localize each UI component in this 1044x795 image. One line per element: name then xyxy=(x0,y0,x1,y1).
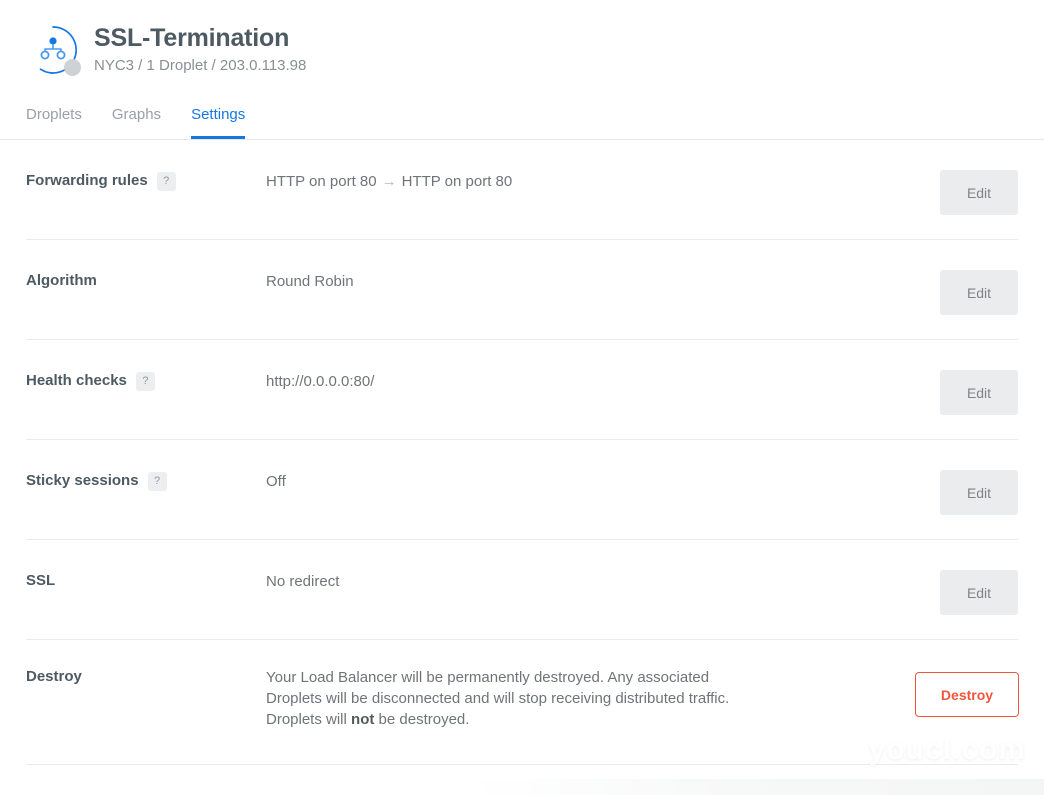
setting-row-destroy: Destroy Your Load Balancer will be perma… xyxy=(26,640,1019,765)
setting-value: Off xyxy=(266,473,286,490)
setting-label: Health checks ? xyxy=(26,370,266,391)
setting-action: Edit xyxy=(940,570,1018,615)
edit-sticky-sessions-button[interactable]: Edit xyxy=(940,470,1018,515)
edit-forwarding-rules-button[interactable]: Edit xyxy=(940,170,1018,215)
setting-row-algorithm: Algorithm Round Robin Edit xyxy=(26,240,1018,340)
setting-label-text: Health checks xyxy=(26,372,127,389)
destroy-description-emphasis: not xyxy=(351,711,375,728)
setting-row-sticky-sessions: Sticky sessions ? Off Edit xyxy=(26,440,1018,540)
forwarding-rule-target: HTTP on port 80 xyxy=(401,173,513,190)
setting-action: Edit xyxy=(940,270,1018,315)
footer-band xyxy=(0,779,1044,795)
load-balancer-settings-page: SSL-Termination NYC3 / 1 Droplet / 203.0… xyxy=(0,0,1044,795)
page-title: SSL-Termination xyxy=(94,24,290,52)
help-icon[interactable]: ? xyxy=(147,471,167,491)
setting-value: HTTP on port 80 → HTTP on port 80 xyxy=(266,170,766,192)
status-dot-icon xyxy=(64,59,81,76)
setting-value: http://0.0.0.0:80/ xyxy=(266,373,375,390)
help-icon[interactable]: ? xyxy=(156,171,176,191)
setting-label-text: Algorithm xyxy=(26,272,97,289)
setting-label-text: Forwarding rules xyxy=(26,172,148,189)
page-header: SSL-Termination NYC3 / 1 Droplet / 203.0… xyxy=(0,0,1044,84)
destroy-button[interactable]: Destroy xyxy=(915,672,1019,717)
page-subtitle: NYC3 / 1 Droplet / 203.0.113.98 xyxy=(94,57,307,74)
load-balancer-icon xyxy=(26,23,81,77)
setting-action: Destroy xyxy=(914,666,1019,717)
edit-ssl-button[interactable]: Edit xyxy=(940,570,1018,615)
tab-settings[interactable]: Settings xyxy=(191,106,246,139)
setting-value: No redirect xyxy=(266,573,340,590)
setting-row-ssl: SSL No redirect Edit xyxy=(26,540,1018,640)
setting-label-text: Destroy xyxy=(26,668,82,685)
setting-action: Edit xyxy=(940,470,1018,515)
setting-label: Algorithm xyxy=(26,270,266,291)
setting-label: SSL xyxy=(26,570,266,591)
settings-list: Forwarding rules ? HTTP on port 80 → HTTP … xyxy=(0,140,1044,765)
forwarding-rule-source: HTTP on port 80 xyxy=(266,173,377,190)
setting-label: Forwarding rules ? xyxy=(26,170,266,191)
setting-action: Edit xyxy=(940,370,1018,415)
setting-value: Round Robin xyxy=(266,273,354,290)
tab-bar: Droplets Graphs Settings xyxy=(0,100,1044,140)
setting-row-forwarding-rules: Forwarding rules ? HTTP on port 80 → HTTP … xyxy=(26,140,1018,240)
tab-droplets[interactable]: Droplets xyxy=(26,106,82,139)
edit-health-checks-button[interactable]: Edit xyxy=(940,370,1018,415)
help-icon[interactable]: ? xyxy=(135,371,155,391)
edit-algorithm-button[interactable]: Edit xyxy=(940,270,1018,315)
tab-graphs[interactable]: Graphs xyxy=(112,106,161,139)
destroy-description-part1: Your Load Balancer will be permanently d… xyxy=(266,669,730,728)
setting-label-text: Sticky sessions xyxy=(26,472,139,489)
setting-label-text: SSL xyxy=(26,572,56,589)
setting-action: Edit xyxy=(940,170,1018,215)
destroy-description-part2: be destroyed. xyxy=(374,711,470,728)
header-text: SSL-Termination NYC3 / 1 Droplet / 203.0… xyxy=(94,23,306,77)
setting-label: Sticky sessions ? xyxy=(26,470,266,491)
destroy-description: Your Load Balancer will be permanently d… xyxy=(266,666,766,730)
arrow-right-icon: → xyxy=(381,173,397,190)
setting-row-health-checks: Health checks ? http://0.0.0.0:80/ Edit xyxy=(26,340,1018,440)
setting-label: Destroy xyxy=(26,666,266,687)
